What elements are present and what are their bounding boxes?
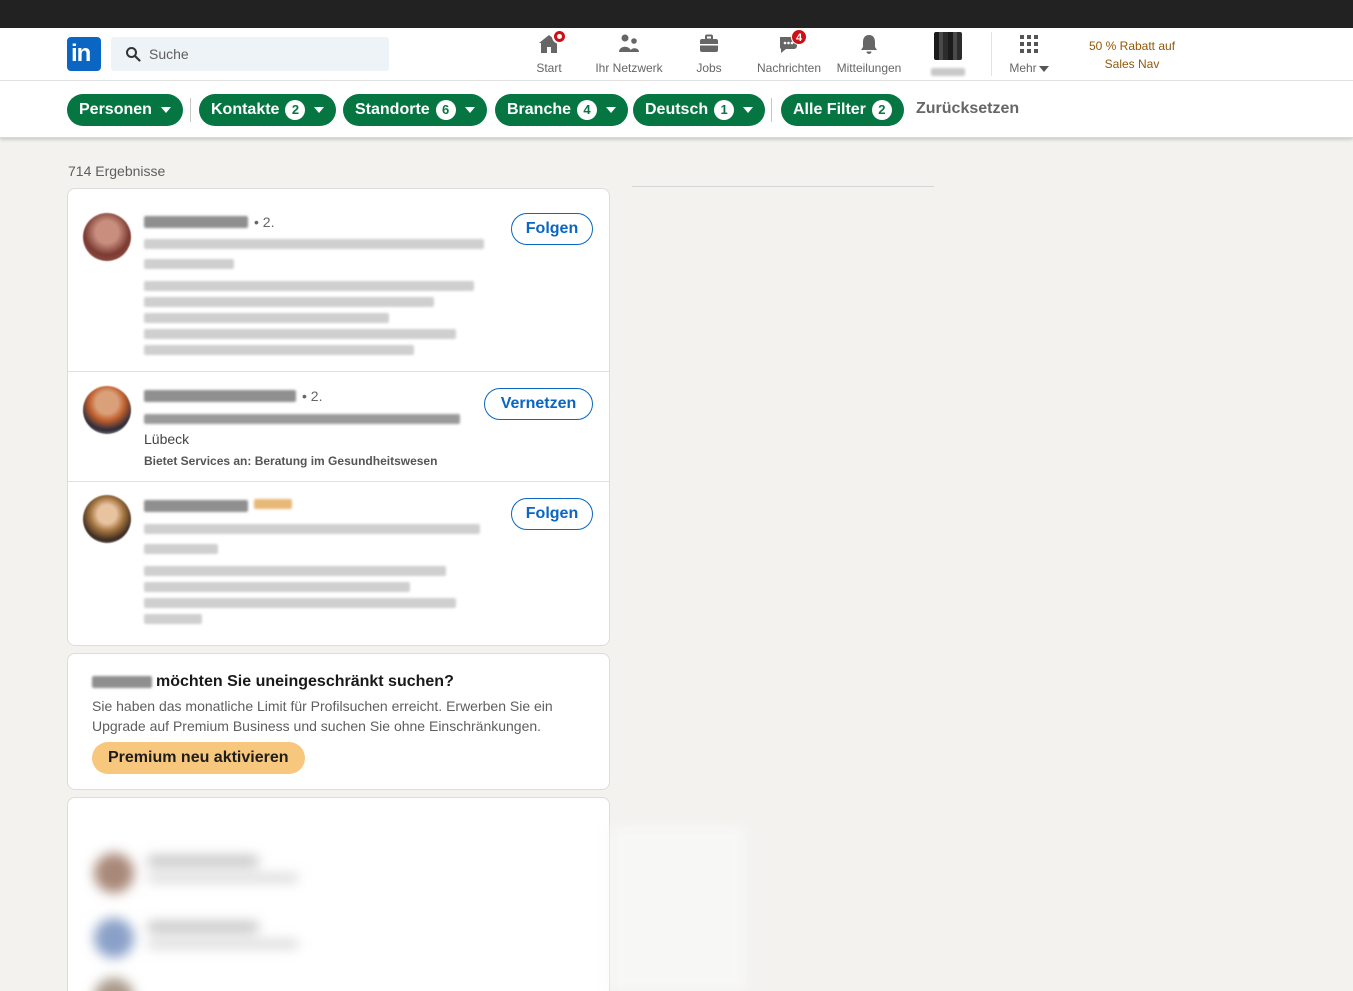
notification-dot-icon	[552, 29, 567, 44]
filter-connections[interactable]: Kontakte 2	[199, 94, 337, 126]
profile-summary-blurred	[144, 582, 410, 592]
premium-badge-blurred	[254, 499, 292, 509]
nav-label-more: Mehr	[1004, 61, 1054, 75]
search-results-card: • 2. Folgen • 2. Lübeck Bietet Services …	[67, 188, 610, 646]
connection-degree: • 2.	[302, 388, 323, 404]
messaging-icon: 4	[777, 29, 807, 56]
follow-button[interactable]: Folgen	[511, 498, 593, 530]
right-rail-divider	[632, 186, 934, 187]
filter-people[interactable]: Personen	[67, 94, 183, 126]
caret-down-icon	[606, 107, 617, 113]
filter-count-badge: 6	[435, 100, 456, 120]
search-icon	[126, 47, 141, 62]
sales-nav-promo-link[interactable]: 50 % Rabatt auf Sales Nav	[1078, 37, 1186, 73]
filter-language[interactable]: Deutsch 1	[633, 94, 766, 126]
profile-summary-blurred	[144, 345, 414, 355]
profile-summary-blurred	[144, 297, 434, 307]
profile-headline-blurred	[144, 414, 460, 424]
caret-down-icon	[464, 107, 475, 113]
nav-item-network[interactable]: Ihr Netzwerk	[590, 32, 668, 78]
filter-count-badge: 4	[577, 100, 598, 120]
filter-count-badge: 1	[714, 100, 735, 120]
nav-item-start[interactable]: Start	[527, 29, 571, 78]
profile-location: Lübeck	[144, 431, 190, 447]
profile-headline-blurred	[144, 524, 480, 534]
browser-top-bar	[0, 0, 1353, 28]
filter-divider	[771, 98, 772, 122]
profile-location-blurred	[144, 544, 218, 554]
filter-locations[interactable]: Standorte 6	[343, 94, 487, 126]
nav-item-notifications[interactable]: Mitteilungen	[833, 32, 905, 78]
nav-item-me[interactable]	[926, 32, 970, 78]
bell-icon	[857, 32, 881, 56]
profile-location-blurred	[144, 259, 234, 269]
profile-name-blurred[interactable]	[144, 500, 248, 512]
reactivate-premium-button[interactable]: Premium neu aktivieren	[92, 742, 305, 774]
search-filter-bar: Personen Kontakte 2 Standorte 6 Branche 4 D…	[0, 81, 1353, 138]
home-icon	[537, 29, 567, 56]
reset-filters-button[interactable]: Zurücksetzen	[916, 100, 1019, 118]
premium-upsell-card: möchten Sie uneingeschränkt suchen? Sie …	[67, 653, 610, 790]
nav-item-more[interactable]: Mehr	[1004, 32, 1054, 78]
profile-name-blurred[interactable]	[144, 216, 248, 228]
nav-item-messaging[interactable]: 4 Nachrichten	[753, 29, 825, 78]
result-item-2[interactable]: • 2. Lübeck Bietet Services an: Beratung…	[68, 371, 609, 481]
caret-down-icon	[160, 107, 171, 113]
results-count: 714 Ergebnisse	[68, 163, 166, 179]
profile-summary-blurred	[144, 598, 456, 608]
nav-label-notifications: Mitteilungen	[836, 61, 902, 75]
nav-label-start: Start	[536, 61, 562, 75]
follow-button[interactable]: Folgen	[511, 213, 593, 245]
network-icon	[617, 32, 641, 56]
connection-degree: • 2.	[254, 214, 275, 230]
profile-headline-blurred	[144, 239, 484, 249]
nav-divider	[991, 32, 992, 76]
blurred-overflow-shade	[610, 826, 746, 991]
messaging-badge: 4	[791, 29, 807, 45]
profile-summary-blurred	[144, 281, 474, 291]
blurred-results-card	[67, 797, 610, 991]
profile-avatar[interactable]	[83, 213, 131, 261]
me-avatar	[934, 32, 962, 60]
profile-summary-blurred	[144, 566, 446, 576]
filter-count-badge: 2	[285, 100, 306, 120]
filter-industry[interactable]: Branche 4	[495, 94, 629, 126]
premium-description: Sie haben das monatliche Limit für Profi…	[92, 698, 553, 734]
profile-avatar[interactable]	[83, 495, 131, 543]
filter-count-badge: 2	[871, 100, 892, 120]
profile-summary-blurred	[144, 329, 456, 339]
nav-label-network: Ihr Netzwerk	[595, 61, 663, 75]
caret-down-icon	[314, 107, 325, 113]
search-box[interactable]	[111, 37, 389, 71]
premium-title: möchten Sie uneingeschränkt suchen?	[92, 673, 454, 691]
profile-summary-blurred	[144, 614, 202, 624]
result-item-3[interactable]: Folgen	[68, 481, 609, 645]
profile-avatar[interactable]	[83, 386, 131, 434]
result-item-1[interactable]: • 2. Folgen	[68, 189, 609, 371]
blurred-results-preview	[94, 853, 298, 991]
global-nav: in Start Ihr Netzwerk Jobs 4 Nachrichten	[0, 28, 1353, 81]
nav-label-jobs: Jobs	[696, 61, 722, 75]
filter-divider	[190, 98, 191, 122]
briefcase-icon	[697, 32, 721, 56]
user-name-blurred	[92, 675, 152, 688]
profile-summary-blurred	[144, 313, 389, 323]
nav-item-jobs[interactable]: Jobs	[689, 32, 729, 78]
nav-label-messaging: Nachrichten	[756, 61, 822, 75]
me-name-blurred	[926, 65, 970, 79]
search-input[interactable]	[149, 37, 379, 71]
connect-button[interactable]: Vernetzen	[484, 388, 593, 420]
caret-down-icon	[743, 107, 754, 113]
profile-name-blurred[interactable]	[144, 390, 296, 402]
linkedin-logo-icon[interactable]: in	[67, 37, 101, 71]
profile-services: Bietet Services an: Beratung im Gesundhe…	[144, 454, 438, 468]
grid-icon	[1017, 32, 1041, 56]
chevron-down-icon	[1038, 65, 1049, 72]
filter-all-filters[interactable]: Alle Filter 2	[781, 94, 904, 126]
